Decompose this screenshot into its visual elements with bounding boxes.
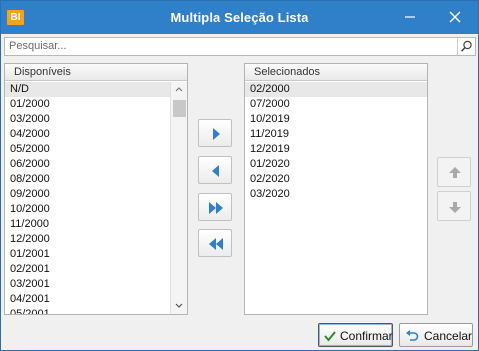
selected-list-panel: Selecionados 02/2000 07/2000 10/2019 11/201… [244, 63, 428, 315]
cancel-button[interactable]: Cancelar [399, 323, 473, 347]
close-icon [449, 11, 461, 23]
remove-selected-button[interactable] [198, 156, 232, 184]
chevron-up-icon [175, 87, 183, 92]
list-item[interactable]: 11/2019 [245, 127, 427, 142]
list-item[interactable]: 08/2000 [5, 172, 170, 187]
list-item[interactable]: 07/2000 [245, 97, 427, 112]
scroll-up-button[interactable] [171, 82, 187, 98]
confirm-label: Confirmar [340, 329, 393, 343]
check-icon [324, 331, 336, 342]
add-selected-button[interactable] [198, 119, 232, 147]
list-item[interactable]: 10/2019 [245, 112, 427, 127]
search-input[interactable]: Pesquisar... [4, 37, 476, 56]
list-item[interactable]: 09/2000 [5, 187, 170, 202]
title-bar: BI Multipla Seleção Lista [1, 1, 478, 34]
list-item[interactable]: 02/2020 [245, 172, 427, 187]
double-chevron-right-icon [209, 202, 223, 214]
move-up-button[interactable] [437, 157, 471, 187]
minimize-icon [405, 16, 415, 18]
selected-header: Selecionados [245, 64, 427, 81]
undo-icon [406, 330, 419, 341]
list-item[interactable]: 04/2000 [5, 127, 170, 142]
move-down-button[interactable] [437, 191, 471, 221]
search-icon [460, 40, 472, 52]
scroll-down-button[interactable] [171, 298, 187, 314]
cancel-label: Cancelar [424, 329, 473, 343]
list-item[interactable]: N/D [5, 82, 170, 97]
add-all-button[interactable] [198, 193, 232, 221]
list-item[interactable]: 03/2020 [245, 187, 427, 202]
list-item[interactable]: 10/2000 [5, 202, 170, 217]
chevron-down-icon [175, 303, 183, 308]
list-item[interactable]: 05/2000 [5, 142, 170, 157]
chevron-right-icon [213, 128, 220, 140]
list-item[interactable]: 11/2000 [5, 217, 170, 232]
chevron-left-icon [212, 165, 219, 177]
available-list[interactable]: N/D 01/2000 03/2000 04/2000 05/2000 06/2000 08… [5, 82, 170, 314]
list-item[interactable]: 05/2001 [5, 307, 170, 314]
list-item[interactable]: 12/2019 [245, 142, 427, 157]
list-item[interactable]: 03/2000 [5, 112, 170, 127]
confirm-button[interactable]: Confirmar [318, 323, 393, 347]
available-list-panel: Disponíveis N/D 01/2000 03/2000 04/2000 05/2… [4, 63, 188, 315]
close-button[interactable] [444, 7, 466, 27]
remove-all-button[interactable] [198, 229, 232, 257]
search-placeholder: Pesquisar... [9, 40, 67, 52]
selected-list[interactable]: 02/2000 07/2000 10/2019 11/2019 12/2019 01/20… [245, 82, 427, 314]
list-item[interactable]: 02/2000 [245, 82, 427, 97]
arrow-up-icon [449, 167, 461, 178]
list-item[interactable]: 03/2001 [5, 277, 170, 292]
available-header: Disponíveis [5, 64, 187, 81]
double-chevron-left-icon [209, 238, 223, 250]
list-item[interactable]: 12/2000 [5, 232, 170, 247]
available-scrollbar[interactable] [170, 82, 187, 314]
scroll-thumb[interactable] [173, 100, 186, 117]
dialog-window: BI Multipla Seleção Lista Pesquisar... D… [0, 0, 479, 351]
search-button[interactable] [457, 38, 475, 55]
minimize-button[interactable] [399, 7, 421, 27]
list-item[interactable]: 02/2001 [5, 262, 170, 277]
arrow-down-icon [449, 202, 461, 213]
list-item[interactable]: 01/2000 [5, 97, 170, 112]
list-item[interactable]: 01/2001 [5, 247, 170, 262]
list-item[interactable]: 01/2020 [245, 157, 427, 172]
list-item[interactable]: 06/2000 [5, 157, 170, 172]
list-item[interactable]: 04/2001 [5, 292, 170, 307]
